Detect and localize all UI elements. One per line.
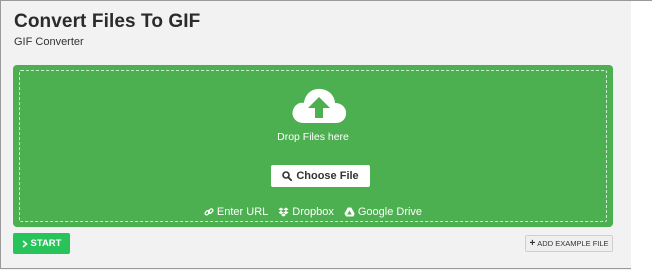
dropbox-icon	[278, 207, 289, 217]
google-drive-icon	[344, 207, 355, 217]
start-label: START	[30, 238, 62, 249]
enter-url-label: Enter URL	[216, 206, 269, 218]
choose-file-button[interactable]: Choose File	[271, 165, 370, 187]
choose-file-label: Choose File	[296, 170, 359, 182]
dropbox-link[interactable]: Dropbox	[278, 206, 334, 218]
start-button[interactable]: START	[13, 233, 70, 254]
file-source-links: Enter URL Dropbox Google Drive	[20, 206, 606, 218]
page-subtitle: GIF Converter	[14, 36, 84, 48]
enter-url-link[interactable]: Enter URL	[204, 206, 268, 218]
add-example-file-button[interactable]: + ADD EXAMPLE FILE	[525, 235, 613, 252]
plus-icon: +	[529, 237, 536, 249]
page-right-edge	[631, 1, 652, 270]
add-example-file-label: ADD EXAMPLE FILE	[537, 239, 609, 248]
drop-zone-dashed-border: Drop Files here Choose File Enter URL Dr…	[19, 70, 607, 222]
search-icon	[282, 171, 293, 181]
link-icon	[204, 208, 214, 216]
dropbox-label: Dropbox	[292, 206, 334, 218]
file-drop-zone[interactable]: Drop Files here Choose File Enter URL Dr…	[13, 65, 613, 227]
google-drive-label: Google Drive	[357, 206, 423, 218]
chevron-right-icon	[21, 239, 28, 248]
page-title: Convert Files To GIF	[14, 11, 201, 32]
google-drive-link[interactable]: Google Drive	[344, 206, 422, 218]
drop-files-label: Drop Files here	[277, 131, 349, 143]
cloud-upload-icon	[292, 88, 347, 123]
